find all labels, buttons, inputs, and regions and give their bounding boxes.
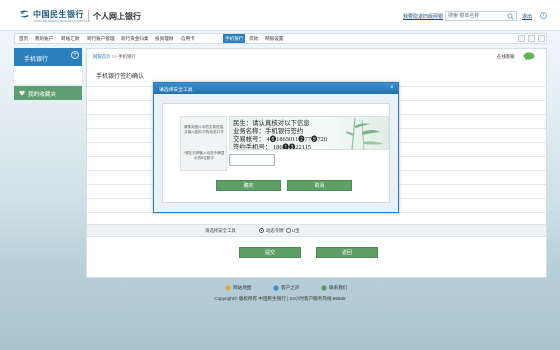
- token-input-instruction-text: 请在右侧输入动态令牌显示的6位数字: [184, 151, 225, 160]
- chat-icon[interactable]: [523, 52, 535, 61]
- nav-item-investment[interactable]: 投资理财: [155, 34, 173, 43]
- token-input-instruction: *请在右侧输入动态令牌显示的6位数字: [183, 151, 225, 160]
- minsheng-logo-icon: [20, 10, 29, 18]
- cancel-button[interactable]: 取消: [287, 180, 352, 191]
- token-code-input[interactable]: [229, 154, 275, 166]
- breadcrumb: 网银首页 >> 手机银行: [93, 54, 136, 60]
- sidebar-header-label: 手机银行: [24, 57, 49, 63]
- search-box[interactable]: [445, 11, 517, 21]
- ukey-radio[interactable]: [286, 227, 291, 233]
- submit-button[interactable]: 提交: [239, 247, 301, 258]
- sidebar-body: [14, 66, 82, 84]
- logout-link[interactable]: 退出: [522, 13, 532, 20]
- online-service-link[interactable]: 在线客服: [497, 54, 515, 60]
- sitemap-icon: [225, 285, 231, 291]
- sidebar: 手机银行 + 我的收藏夹: [14, 48, 82, 278]
- dynamic-token-option-label[interactable]: 动态令牌: [266, 228, 284, 234]
- nav-item-transfer[interactable]: 转账汇款: [61, 34, 79, 43]
- customer-voice-icon: [273, 285, 279, 291]
- nav-item-loans[interactable]: 贷款: [249, 34, 258, 43]
- dialog-body: 请核对图片中的交易信息,并输入图片中的动态口令 *请在右侧输入动态令牌显示的6位…: [162, 103, 390, 203]
- footer-link-contact[interactable]: 联系我们: [329, 285, 347, 291]
- dialog-title: 请选择安全工具: [159, 87, 193, 93]
- resize-icon[interactable]: [518, 35, 525, 42]
- nav-item-crossbank-funds[interactable]: 跨行资金归集: [121, 34, 149, 43]
- bank-name-en: CHINA MINSHENG BANKING CORP.,LTD.: [33, 19, 91, 23]
- refresh-icon[interactable]: [528, 35, 535, 42]
- main-nav: 首页 我的账户 转账汇款 跨行账户管理 跨行资金归集 投资理财 信用卡 手机银行…: [14, 33, 547, 44]
- nav-item-credit-card[interactable]: 信用卡: [181, 34, 195, 43]
- nav-item-settings[interactable]: 网银设置: [265, 34, 283, 43]
- captcha-line: 签约手机号： 186❶❸22115: [233, 144, 312, 150]
- breadcrumb-separator: >>: [111, 54, 117, 59]
- footer-link-sitemap[interactable]: 网站地图: [233, 285, 251, 291]
- captcha-instruction: 请核对图片中的交易信息,并输入图片中的动态口令: [183, 125, 225, 134]
- bamboo-watermark-icon: [346, 118, 384, 149]
- footer-links: 网站地图 客户之声 联系我们: [225, 285, 385, 293]
- fullscreen-icon[interactable]: [538, 35, 545, 42]
- page-title: 手机银行签约确认: [96, 74, 145, 80]
- sidebar-item-favorites[interactable]: 我的收藏夹: [14, 86, 82, 100]
- dynamic-token-radio[interactable]: [259, 227, 264, 233]
- dialog-title-bar[interactable]: 请选择安全工具 ×: [154, 83, 398, 94]
- nav-item-accounts[interactable]: 我的账户: [35, 34, 53, 43]
- nav-item-crossbank-accounts[interactable]: 跨行账户管理: [87, 34, 115, 43]
- close-icon[interactable]: ×: [390, 85, 394, 92]
- sidebar-item-favorites-label: 我的收藏夹: [28, 92, 56, 98]
- add-icon[interactable]: +: [71, 51, 79, 59]
- back-button[interactable]: 返回: [316, 247, 378, 258]
- logo-divider: [88, 10, 89, 22]
- header: 中国民生银行 CHINA MINSHENG BANKING CORP.,LTD.…: [0, 0, 560, 31]
- site-title: 个人网上银行: [93, 12, 141, 21]
- search-icon[interactable]: [507, 13, 514, 20]
- nav-item-home[interactable]: 首页: [19, 34, 28, 43]
- old-version-link[interactable]: 我要隐退旧版网银: [403, 13, 443, 20]
- search-input[interactable]: [446, 12, 506, 20]
- breadcrumb-current: 手机银行: [118, 54, 136, 59]
- sidebar-header[interactable]: 手机银行 +: [14, 48, 82, 66]
- footer-link-customer-voice[interactable]: 客户之声: [281, 285, 299, 291]
- confirm-button[interactable]: 确定: [216, 180, 281, 191]
- ukey-option-label[interactable]: U宝: [292, 228, 300, 234]
- copyright: Copyright© 版权所有 中国民生银行 | 24小时客户服务热线 9556…: [214, 296, 346, 301]
- transaction-captcha-image: 民生：请认真核对以下信息 业务名称：手机银行签约 交易帐号： 4❻1865011…: [229, 116, 389, 150]
- security-tool-row: 请选择安全工具 动态令牌 U宝: [87, 224, 546, 237]
- nav-item-mobile-banking[interactable]: 手机银行: [223, 34, 246, 43]
- contact-icon: [321, 285, 327, 291]
- breadcrumb-home[interactable]: 网银首页: [93, 54, 111, 59]
- heart-icon: [19, 90, 25, 96]
- security-tool-label: 请选择安全工具: [205, 227, 236, 233]
- security-tool-dialog: 请选择安全工具 × 请核对图片中的交易信息,并输入图片中的动态口令 *请在右侧输…: [153, 82, 399, 213]
- dialog-label-cell: 请核对图片中的交易信息,并输入图片中的动态口令 *请在右侧输入动态令牌显示的6位…: [180, 116, 227, 171]
- power-icon[interactable]: [540, 12, 547, 19]
